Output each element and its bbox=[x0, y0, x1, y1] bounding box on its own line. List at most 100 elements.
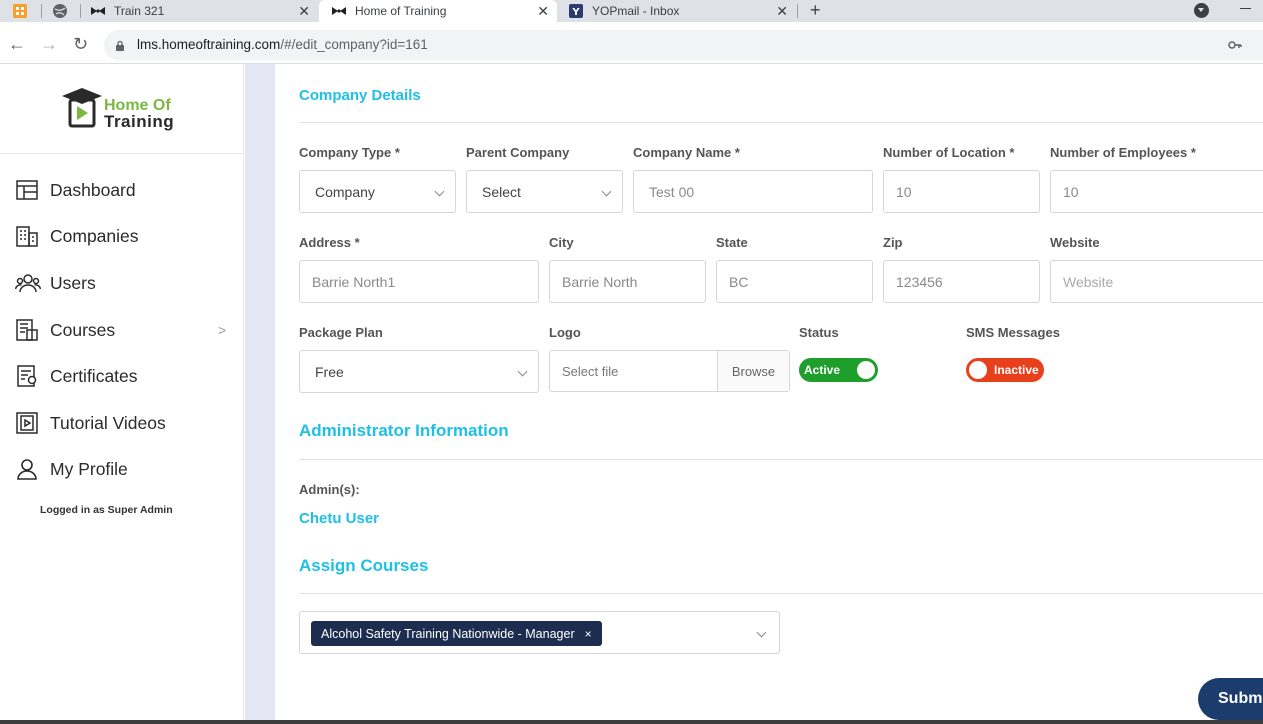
company-name-label: Company Name * bbox=[633, 145, 740, 160]
city-value: Barrie North bbox=[562, 274, 638, 290]
tab-train-321[interactable]: Train 321 ✕ bbox=[82, 0, 318, 22]
parent-company-select[interactable]: Select bbox=[466, 170, 623, 213]
minimize-icon[interactable] bbox=[1240, 8, 1251, 9]
yopmail-icon: Y bbox=[568, 4, 584, 18]
taskbar-strip bbox=[0, 720, 1263, 724]
browse-button[interactable]: Browse bbox=[717, 351, 789, 391]
sidebar-divider bbox=[0, 153, 244, 154]
tab-label: YOPmail - Inbox bbox=[592, 4, 680, 18]
tab-label: Home of Training bbox=[355, 4, 447, 18]
chevron-down-icon bbox=[601, 186, 612, 197]
close-tab-icon[interactable]: ✕ bbox=[776, 3, 788, 20]
chevron-down-icon bbox=[756, 627, 767, 638]
content-gutter bbox=[245, 64, 275, 724]
logo[interactable]: Home Of Training bbox=[60, 86, 190, 132]
logo-text-line2: Training bbox=[104, 112, 175, 131]
tab-home-of-training[interactable]: Home of Training ✕ bbox=[319, 0, 557, 22]
profile-icon bbox=[15, 457, 39, 481]
company-type-value: Company bbox=[315, 184, 375, 200]
sidebar-item-users[interactable]: Users bbox=[0, 265, 244, 301]
sidebar-item-tutorial-videos[interactable]: Tutorial Videos bbox=[0, 405, 244, 441]
number-of-location-input[interactable]: 10 bbox=[883, 170, 1040, 213]
sidebar-item-companies[interactable]: Companies bbox=[0, 218, 244, 254]
company-type-label: Company Type * bbox=[299, 145, 400, 160]
sidebar-item-dashboard[interactable]: Dashboard bbox=[0, 172, 244, 208]
tab-globe[interactable] bbox=[52, 0, 74, 22]
sidebar-item-my-profile[interactable]: My Profile bbox=[0, 451, 244, 487]
main-content: Company Details Company Type * Company P… bbox=[275, 64, 1263, 724]
admin-name-link[interactable]: Chetu User bbox=[299, 510, 379, 527]
sms-toggle-label: Inactive bbox=[994, 363, 1039, 377]
company-type-select[interactable]: Company bbox=[299, 170, 456, 213]
logo-icon bbox=[62, 88, 102, 128]
tab-yopmail[interactable]: Y YOPmail - Inbox ✕ bbox=[560, 0, 796, 22]
svg-text:Y: Y bbox=[571, 7, 580, 18]
sms-messages-toggle[interactable]: Inactive bbox=[966, 358, 1044, 382]
divider bbox=[299, 459, 1263, 460]
sidebar-item-courses[interactable]: Courses > bbox=[0, 312, 244, 348]
logo-label: Logo bbox=[549, 325, 581, 340]
sms-messages-label: SMS Messages bbox=[966, 325, 1060, 340]
toggle-knob bbox=[969, 361, 987, 379]
state-label: State bbox=[716, 235, 748, 250]
sidebar-item-label: My Profile bbox=[50, 458, 128, 479]
zip-input[interactable]: 123456 bbox=[883, 260, 1040, 303]
forward-icon[interactable]: → bbox=[40, 34, 58, 54]
close-tab-icon[interactable]: ✕ bbox=[537, 3, 549, 20]
sidebar-item-label: Certificates bbox=[50, 365, 138, 386]
website-placeholder: Website bbox=[1063, 274, 1114, 290]
status-toggle[interactable]: Active bbox=[799, 358, 878, 382]
address-input[interactable]: Barrie North1 bbox=[299, 260, 539, 303]
number-of-employees-value: 10 bbox=[1063, 184, 1079, 200]
reload-icon[interactable]: ↻ bbox=[73, 34, 88, 54]
website-label: Website bbox=[1050, 235, 1100, 250]
courses-icon bbox=[15, 318, 39, 342]
parent-company-value: Select bbox=[482, 184, 521, 200]
package-plan-label: Package Plan bbox=[299, 325, 383, 340]
globe-icon bbox=[52, 4, 68, 18]
logo-file-input[interactable]: Select file Browse bbox=[549, 350, 790, 392]
sidebar-item-label: Users bbox=[50, 272, 96, 293]
admins-label: Admin(s): bbox=[299, 482, 360, 497]
number-of-employees-input[interactable]: 10 bbox=[1050, 170, 1263, 213]
tab-search-icon[interactable] bbox=[1194, 3, 1209, 18]
city-input[interactable]: Barrie North bbox=[549, 260, 706, 303]
website-input[interactable]: Website bbox=[1050, 260, 1263, 303]
app-icon bbox=[12, 4, 28, 18]
chevron-right-icon: > bbox=[218, 322, 227, 338]
zip-value: 123456 bbox=[896, 274, 943, 290]
building-icon bbox=[15, 224, 39, 248]
sidebar: Home Of Training Dashboard Companies Use… bbox=[0, 64, 244, 724]
assign-courses-select[interactable]: Alcohol Safety Training Nationwide - Man… bbox=[299, 611, 780, 654]
sidebar-item-label: Dashboard bbox=[50, 179, 136, 200]
sidebar-item-label: Courses bbox=[50, 319, 116, 340]
dashboard-icon bbox=[15, 178, 39, 202]
close-tab-icon[interactable]: ✕ bbox=[298, 3, 310, 20]
tab-label: Train 321 bbox=[114, 4, 165, 18]
key-icon[interactable] bbox=[1228, 38, 1242, 53]
status-label: Status bbox=[799, 325, 839, 340]
parent-company-label: Parent Company bbox=[466, 145, 570, 160]
chevron-down-icon bbox=[434, 186, 445, 197]
submit-button[interactable]: Submi bbox=[1198, 678, 1263, 720]
certificate-icon bbox=[15, 364, 39, 388]
address-value: Barrie North1 bbox=[312, 274, 396, 290]
sidebar-item-label: Companies bbox=[50, 225, 139, 246]
toggle-knob bbox=[857, 361, 875, 379]
lock-icon[interactable] bbox=[115, 38, 125, 51]
state-input[interactable]: BC bbox=[716, 260, 873, 303]
tab-app[interactable] bbox=[12, 0, 34, 22]
package-plan-select[interactable]: Free bbox=[299, 350, 539, 393]
sidebar-item-certificates[interactable]: Certificates bbox=[0, 358, 244, 394]
remove-chip-icon[interactable]: × bbox=[585, 627, 592, 641]
number-of-employees-label: Number of Employees * bbox=[1050, 145, 1196, 160]
company-name-input[interactable]: Test 00 bbox=[633, 170, 873, 213]
new-tab-icon[interactable]: + bbox=[810, 0, 821, 21]
number-of-location-value: 10 bbox=[896, 184, 912, 200]
video-icon bbox=[15, 411, 39, 435]
back-icon[interactable]: ← bbox=[8, 34, 26, 54]
section-title-administrator: Administrator Information bbox=[299, 421, 509, 440]
company-name-value: Test 00 bbox=[649, 184, 695, 200]
section-title-company-details: Company Details bbox=[299, 87, 421, 104]
logged-in-status: Logged in as Super Admin bbox=[40, 504, 173, 516]
